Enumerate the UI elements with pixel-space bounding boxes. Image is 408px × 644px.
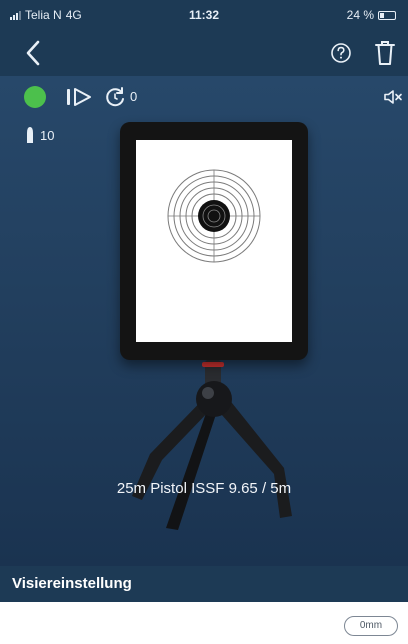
section-title: Visiereinstellung: [12, 575, 132, 592]
status-bar: Telia N 4G 11:32 24 %: [0, 0, 408, 30]
nav-bar: [0, 30, 408, 76]
target-description: 25m Pistol ISSF 9.65 / 5m: [116, 480, 292, 497]
back-chevron-icon[interactable]: [20, 36, 50, 70]
sight-adjustment-panel: 0mm: [0, 602, 408, 644]
bullseye-target[interactable]: [166, 168, 262, 264]
target-scene: 0 10 25m Pistol ISSF 9.65 / 5m: [0, 76, 408, 566]
battery-icon: [378, 10, 396, 20]
target-paper: [136, 140, 292, 342]
battery-percent: 24 %: [346, 8, 374, 22]
target-frame: [120, 122, 308, 360]
offset-value-pill[interactable]: 0mm: [344, 616, 398, 636]
trash-icon[interactable]: [372, 38, 398, 68]
help-icon[interactable]: [328, 40, 354, 66]
section-header: Visiereinstellung: [0, 566, 408, 602]
